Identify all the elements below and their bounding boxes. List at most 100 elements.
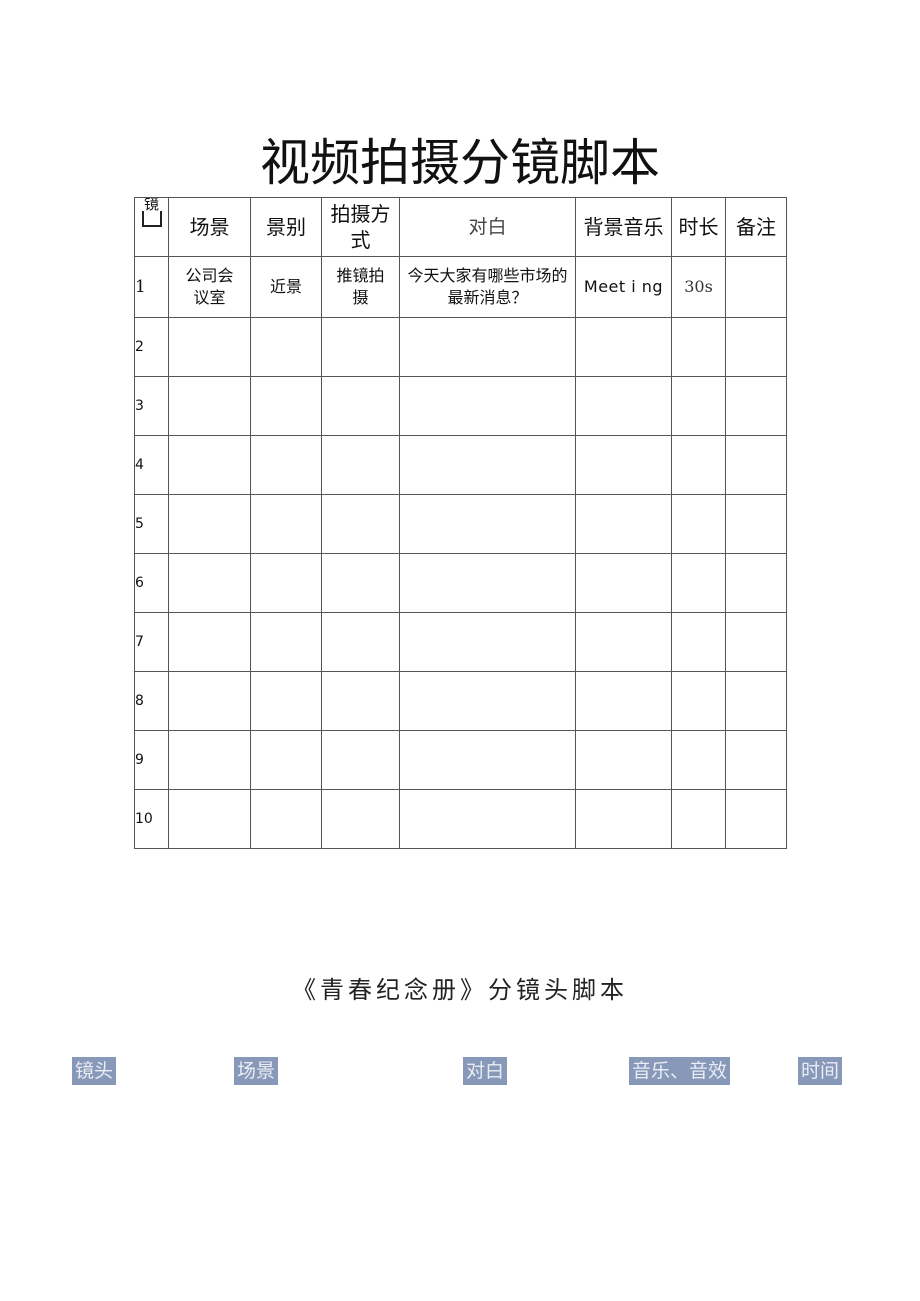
storyboard-subtitle: 《青春纪念册》分镜头脚本 bbox=[292, 976, 628, 1004]
tag-music-sfx: 音乐、音效 bbox=[629, 1057, 731, 1085]
cell-notes bbox=[725, 376, 787, 436]
row-number: 1 bbox=[134, 256, 169, 318]
table-row: 8 bbox=[134, 671, 787, 731]
cell-bgm bbox=[575, 376, 672, 436]
row-number: 9 bbox=[134, 730, 169, 790]
cell-scene: 公司会议室 bbox=[168, 256, 251, 318]
cell-shot-size bbox=[250, 435, 322, 495]
cell-dialogue bbox=[399, 494, 576, 554]
cell-dialogue: 今天大家有哪些市场的最新消息？ bbox=[399, 256, 576, 318]
header-shot: 镜 bbox=[134, 197, 169, 257]
cell-notes bbox=[725, 671, 787, 731]
cell-scene bbox=[168, 730, 251, 790]
cell-camera-method: 推镜拍摄 bbox=[321, 256, 400, 318]
tag-dialogue: 对白 bbox=[463, 1057, 508, 1085]
table-header-row: 镜 场景 景别 拍摄方式 对白 背景音乐 时长 备注 bbox=[134, 197, 787, 257]
cell-shot-size bbox=[250, 730, 322, 790]
cell-bgm bbox=[575, 671, 672, 731]
cell-bgm bbox=[575, 553, 672, 613]
cell-bgm bbox=[575, 435, 672, 495]
cell-scene bbox=[168, 435, 251, 495]
cell-camera-method bbox=[321, 730, 400, 790]
cell-dialogue bbox=[399, 435, 576, 495]
cell-shot-size bbox=[250, 789, 322, 849]
row-number: 10 bbox=[134, 789, 169, 849]
cell-duration bbox=[671, 671, 726, 731]
cell-dialogue bbox=[399, 730, 576, 790]
cell-scene bbox=[168, 612, 251, 672]
cell-scene bbox=[168, 494, 251, 554]
row-number: 6 bbox=[134, 553, 169, 613]
cell-notes bbox=[725, 730, 787, 790]
cell-notes bbox=[725, 317, 787, 377]
cell-bgm bbox=[575, 612, 672, 672]
header-camera-method: 拍摄方式 bbox=[321, 197, 400, 257]
cell-duration bbox=[671, 317, 726, 377]
cell-bgm bbox=[575, 789, 672, 849]
cell-shot-size bbox=[250, 317, 322, 377]
cell-shot-size bbox=[250, 612, 322, 672]
row-number: 8 bbox=[134, 671, 169, 731]
table-row: 9 bbox=[134, 730, 787, 790]
table-row: 2 bbox=[134, 317, 787, 377]
header-dialogue: 对白 bbox=[399, 197, 576, 257]
cell-dialogue bbox=[399, 671, 576, 731]
cell-notes bbox=[725, 435, 787, 495]
table-row: 1 公司会议室 近景 推镜拍摄 今天大家有哪些市场的最新消息？ Meet i n… bbox=[134, 256, 787, 318]
cell-duration bbox=[671, 553, 726, 613]
cell-duration bbox=[671, 376, 726, 436]
cell-dialogue bbox=[399, 376, 576, 436]
missing-glyph-box-icon bbox=[141, 211, 162, 227]
cell-shot-size bbox=[250, 376, 322, 436]
page-title: 视频拍摄分镜脚本 bbox=[260, 134, 660, 192]
cell-shot-size bbox=[250, 671, 322, 731]
cell-camera-method bbox=[321, 435, 400, 495]
cell-camera-method bbox=[321, 671, 400, 731]
cell-scene bbox=[168, 671, 251, 731]
header-shot-size: 景别 bbox=[250, 197, 322, 257]
cell-dialogue bbox=[399, 553, 576, 613]
cell-duration: 30s bbox=[671, 256, 726, 318]
cell-duration bbox=[671, 435, 726, 495]
cell-dialogue bbox=[399, 612, 576, 672]
cell-shot-size: 近景 bbox=[250, 256, 322, 318]
cell-camera-method bbox=[321, 317, 400, 377]
cell-duration bbox=[671, 730, 726, 790]
cell-camera-method bbox=[321, 612, 400, 672]
cell-notes bbox=[725, 789, 787, 849]
cell-camera-method bbox=[321, 553, 400, 613]
header-scene: 场景 bbox=[168, 197, 251, 257]
cell-notes bbox=[725, 256, 787, 318]
cell-notes bbox=[725, 612, 787, 672]
table-row: 6 bbox=[134, 553, 787, 613]
cell-scene bbox=[168, 789, 251, 849]
cell-bgm bbox=[575, 317, 672, 377]
header-duration: 时长 bbox=[671, 197, 726, 257]
cell-notes bbox=[725, 553, 787, 613]
cell-camera-method bbox=[321, 789, 400, 849]
cell-camera-method bbox=[321, 494, 400, 554]
table-row: 5 bbox=[134, 494, 787, 554]
cell-bgm bbox=[575, 730, 672, 790]
cell-duration bbox=[671, 789, 726, 849]
cell-bgm bbox=[575, 494, 672, 554]
cell-dialogue bbox=[399, 789, 576, 849]
header-bgm: 背景音乐 bbox=[575, 197, 672, 257]
row-number: 7 bbox=[134, 612, 169, 672]
table-row: 4 bbox=[134, 435, 787, 495]
row-number: 2 bbox=[134, 317, 169, 377]
cell-scene bbox=[168, 317, 251, 377]
table-row: 7 bbox=[134, 612, 787, 672]
table-row: 3 bbox=[134, 376, 787, 436]
cell-dialogue bbox=[399, 317, 576, 377]
cell-shot-size bbox=[250, 494, 322, 554]
row-number: 5 bbox=[134, 494, 169, 554]
table-row: 10 bbox=[134, 789, 787, 849]
cell-camera-method bbox=[321, 376, 400, 436]
cell-bgm: Meet i ng bbox=[575, 256, 672, 318]
cell-notes bbox=[725, 494, 787, 554]
tag-shot: 镜头 bbox=[72, 1057, 117, 1085]
tag-time: 时间 bbox=[798, 1057, 843, 1085]
row-number: 3 bbox=[134, 376, 169, 436]
cell-shot-size bbox=[250, 553, 322, 613]
